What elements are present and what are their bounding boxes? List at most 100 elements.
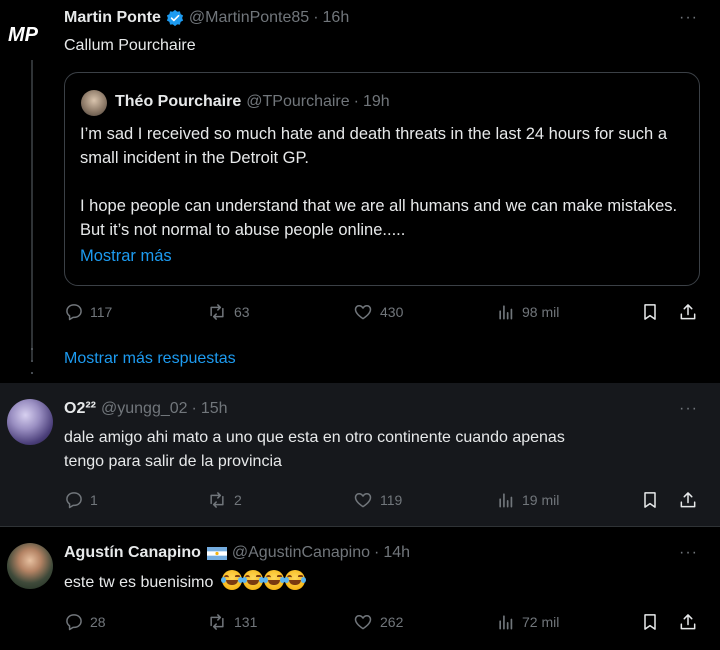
quoted-text: I’m sad I received so much hate and deat… bbox=[80, 122, 690, 242]
quoted-time: 19h bbox=[362, 93, 390, 110]
rofl-emoji bbox=[241, 570, 264, 590]
share-button[interactable] bbox=[678, 612, 698, 632]
reply-icon bbox=[66, 614, 82, 631]
quoted-author-handle: @TPourchaire bbox=[246, 93, 350, 110]
views-button[interactable]: 19 mil bbox=[496, 490, 559, 510]
thread-line bbox=[31, 60, 33, 360]
bookmark-icon bbox=[644, 614, 656, 630]
quoted-header: Théo Pourchaire @TPourchaire · 19h bbox=[115, 93, 390, 111]
post-time[interactable]: 14h bbox=[383, 544, 410, 562]
author-name[interactable]: Agustín Canapino bbox=[64, 544, 201, 562]
like-button[interactable]: 262 bbox=[352, 612, 403, 632]
repost-count: 63 bbox=[234, 304, 250, 320]
avatar[interactable] bbox=[7, 399, 53, 445]
bookmark-icon bbox=[644, 492, 656, 508]
reply-button[interactable]: 1 bbox=[64, 490, 98, 510]
reply-icon bbox=[66, 304, 82, 321]
rofl-emoji bbox=[283, 570, 306, 590]
post-text: Callum Pourchaire bbox=[64, 37, 196, 54]
quoted-paragraph-1: I’m sad I received so much hate and deat… bbox=[80, 125, 667, 167]
like-count: 119 bbox=[380, 492, 403, 508]
repost-button[interactable]: 2 bbox=[206, 490, 242, 510]
action-bar: 117 63 430 98 mil bbox=[64, 302, 708, 324]
reply-count: 1 bbox=[90, 492, 98, 508]
post-header: Agustín Canapino @AgustinCanapino · 14h bbox=[64, 544, 410, 562]
author-name[interactable]: O2²² bbox=[64, 400, 96, 418]
like-button[interactable]: 430 bbox=[352, 302, 403, 322]
share-button[interactable] bbox=[678, 490, 698, 510]
like-count: 262 bbox=[380, 614, 404, 630]
quoted-avatar bbox=[81, 90, 107, 116]
quoted-post[interactable]: Théo Pourchaire @TPourchaire · 19h I’m s… bbox=[64, 72, 700, 286]
post-text-content: este tw es buenisimo bbox=[64, 574, 214, 591]
reply-button[interactable]: 117 bbox=[64, 302, 112, 322]
reply-count: 117 bbox=[90, 304, 113, 320]
repost-button[interactable]: 63 bbox=[206, 302, 250, 322]
separator: · bbox=[191, 400, 197, 417]
repost-button[interactable]: 131 bbox=[206, 612, 257, 632]
post-header: Martin Ponte @MartinPonte85 · 16h bbox=[64, 9, 349, 27]
action-bar: 1 2 119 19 mil bbox=[64, 490, 708, 512]
share-icon bbox=[680, 304, 696, 320]
post-header: O2²² @yungg_02 · 15h bbox=[64, 400, 228, 418]
heart-icon bbox=[354, 493, 372, 508]
post-text-line-1: dale amigo ahi mato a uno que esta en ot… bbox=[64, 429, 565, 446]
post-text: dale amigo ahi mato a uno que esta en ot… bbox=[64, 426, 704, 474]
post-martin-ponte[interactable]: MP Martin Ponte @MartinPonte85 · 16h ···… bbox=[0, 0, 720, 383]
conversation-timeline: MP Martin Ponte @MartinPonte85 · 16h ···… bbox=[0, 0, 720, 650]
separator: · bbox=[374, 544, 380, 561]
quoted-author-name: Théo Pourchaire bbox=[115, 93, 242, 110]
separator: · bbox=[313, 9, 319, 26]
author-handle[interactable]: @AgustinCanapino bbox=[232, 544, 370, 562]
share-button[interactable] bbox=[678, 302, 698, 322]
views-count: 72 mil bbox=[522, 614, 560, 630]
argentina-flag-icon bbox=[206, 546, 227, 560]
bookmark-button[interactable] bbox=[640, 302, 660, 322]
repost-icon bbox=[210, 492, 224, 508]
show-more-replies-link[interactable]: Mostrar más respuestas bbox=[64, 350, 236, 368]
repost-count: 131 bbox=[234, 614, 258, 630]
views-button[interactable]: 98 mil bbox=[496, 302, 559, 322]
like-button[interactable]: 119 bbox=[352, 490, 402, 510]
rofl-emoji bbox=[220, 570, 243, 590]
author-handle[interactable]: @MartinPonte85 bbox=[189, 9, 309, 27]
share-icon bbox=[680, 492, 696, 508]
repost-icon bbox=[210, 304, 224, 320]
post-text: este tw es buenisimo bbox=[64, 570, 306, 595]
heart-icon bbox=[354, 615, 372, 630]
action-bar: 28 131 262 72 mil bbox=[64, 612, 708, 634]
mp-logo-icon: MP bbox=[8, 24, 39, 45]
analytics-icon bbox=[499, 493, 513, 508]
views-count: 98 mil bbox=[522, 304, 560, 320]
thread-dots bbox=[29, 348, 35, 374]
rofl-emoji-group bbox=[220, 570, 306, 590]
show-more-link[interactable]: Mostrar más bbox=[80, 247, 172, 266]
post-text-line-2: tengo para salir de la provincia bbox=[64, 453, 282, 470]
post-yungg-02[interactable]: O2²² @yungg_02 · 15h ··· dale amigo ahi … bbox=[0, 383, 720, 526]
reply-count: 28 bbox=[90, 614, 106, 630]
like-count: 430 bbox=[380, 304, 404, 320]
post-time[interactable]: 16h bbox=[323, 9, 350, 27]
post-agustin-canapino[interactable]: Agustín Canapino @AgustinCanapino · 14h … bbox=[0, 526, 720, 650]
reply-button[interactable]: 28 bbox=[64, 612, 106, 632]
post-time[interactable]: 15h bbox=[201, 400, 228, 418]
bookmark-button[interactable] bbox=[640, 612, 660, 632]
reply-icon bbox=[66, 492, 82, 509]
more-options-icon[interactable]: ··· bbox=[679, 9, 698, 27]
bookmark-icon bbox=[644, 304, 656, 320]
heart-icon bbox=[354, 305, 372, 320]
repost-count: 2 bbox=[234, 492, 242, 508]
author-handle[interactable]: @yungg_02 bbox=[101, 400, 188, 418]
repost-icon bbox=[210, 614, 224, 630]
rofl-emoji bbox=[262, 570, 285, 590]
author-name[interactable]: Martin Ponte bbox=[64, 9, 161, 27]
avatar[interactable]: MP bbox=[6, 14, 52, 54]
more-options-icon[interactable]: ··· bbox=[679, 400, 698, 418]
avatar-initials: MP bbox=[8, 24, 39, 45]
more-options-icon[interactable]: ··· bbox=[679, 544, 698, 562]
separator: · bbox=[353, 93, 359, 110]
quoted-paragraph-2: I hope people can understand that we are… bbox=[80, 197, 678, 239]
bookmark-button[interactable] bbox=[640, 490, 660, 510]
avatar[interactable] bbox=[7, 543, 53, 589]
views-button[interactable]: 72 mil bbox=[496, 612, 559, 632]
